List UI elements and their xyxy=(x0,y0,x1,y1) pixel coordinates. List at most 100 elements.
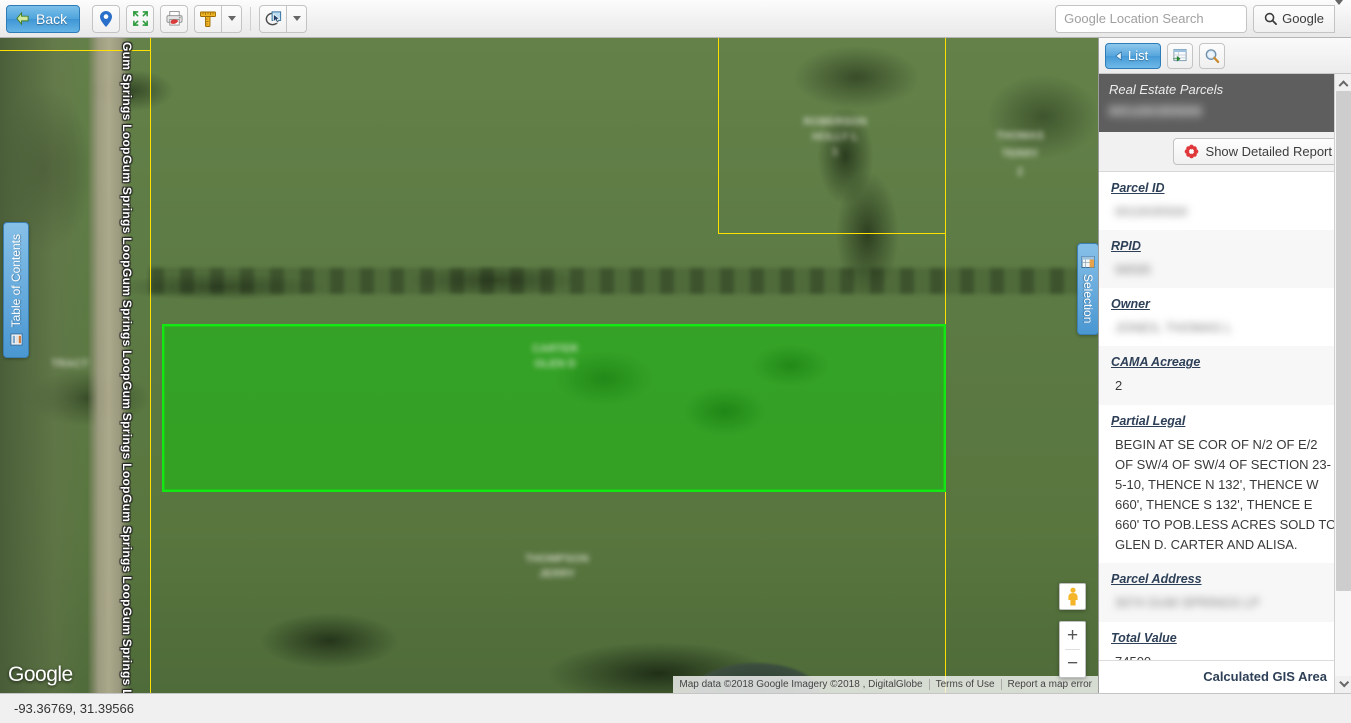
select-button[interactable] xyxy=(259,4,288,33)
field-label-row: Parcel ID xyxy=(1111,179,1338,197)
chevron-down-icon xyxy=(227,16,236,21)
measure-dropdown-arrow[interactable] xyxy=(222,4,243,33)
selected-parcel-polygon[interactable] xyxy=(162,324,946,492)
back-arrow-icon xyxy=(16,11,29,26)
scrollbar-thumb[interactable] xyxy=(1336,91,1351,591)
street-view-pegman-button[interactable] xyxy=(1059,583,1086,610)
back-button-label: Back xyxy=(36,10,68,27)
map-data-attribution: Map data ©2018 Google Imagery ©2018 , Di… xyxy=(679,679,923,690)
road-surface xyxy=(88,38,130,693)
calculated-gis-area-label: Calculated GIS Area xyxy=(1203,669,1327,684)
layers-icon xyxy=(9,333,23,346)
coordinate-readout: -93.36769, 31.39566 xyxy=(14,701,134,716)
expand-icon xyxy=(132,11,148,26)
search-provider-button[interactable]: Google xyxy=(1253,4,1335,33)
field-value: 3074 GUM SPRINGS LP xyxy=(1115,595,1260,611)
gis-application: Back Google Location Search Google ROBER… xyxy=(0,0,1351,723)
parcel-boundary-line xyxy=(945,234,946,324)
zoom-in-button[interactable]: + xyxy=(1060,622,1085,649)
table-of-contents-label: Table of Contents xyxy=(9,234,23,328)
map-attribution: Map data ©2018 Google Imagery ©2018 , Di… xyxy=(673,676,1098,693)
map-canvas[interactable]: ROBERSON HOLLY L 1 THOMAS TERRY 2 CARTER… xyxy=(0,38,1098,693)
scroll-down-button[interactable] xyxy=(1335,676,1351,693)
google-logo: Google xyxy=(8,663,73,686)
field-label: CAMA Acreage xyxy=(1111,355,1201,370)
search-icon xyxy=(1264,12,1278,25)
layer-name: Real Estate Parcels xyxy=(1109,82,1224,97)
chevron-up-icon xyxy=(1338,80,1348,91)
field-value: 99595 xyxy=(1115,262,1152,278)
pegman-icon xyxy=(1067,587,1078,605)
attribute-field: Owner JONES, THOMAS L xyxy=(1099,288,1350,346)
scroll-up-button[interactable] xyxy=(1335,74,1351,91)
field-label: Parcel ID xyxy=(1111,181,1165,195)
field-value: BEGIN AT SE COR OF N/2 OF E/2 OF SW/4 OF… xyxy=(1115,436,1337,553)
attribute-field: Partial Legal BEGIN AT SE COR OF N/2 OF E… xyxy=(1099,405,1350,564)
map-pin-icon xyxy=(100,10,113,27)
field-label-row: Partial Legal xyxy=(1111,412,1338,430)
field-label-row: Owner xyxy=(1111,295,1338,313)
status-bar: -93.36769, 31.39566 xyxy=(0,693,1351,723)
chevron-down-icon xyxy=(292,16,301,21)
selection-tab[interactable]: Selection xyxy=(1077,243,1099,335)
select-dropdown-arrow[interactable] xyxy=(287,4,308,33)
search-provider-dropdown-arrow[interactable] xyxy=(1335,0,1343,33)
list-button[interactable]: List xyxy=(1105,42,1162,69)
attribute-field: Parcel ID 0010035500 xyxy=(1099,172,1350,230)
parcel-boundary-line xyxy=(945,38,946,234)
full-extent-button[interactable] xyxy=(126,4,155,33)
zoom-out-button[interactable]: − xyxy=(1060,650,1085,677)
attribute-field-list: Parcel ID 0010035500 RPID 99595 Owner JONES, … xyxy=(1099,172,1351,660)
field-label-row: CAMA Acreage xyxy=(1111,353,1338,371)
chevron-down-icon xyxy=(1335,0,1343,22)
field-value: 2 xyxy=(1115,378,1123,394)
map-pin-button[interactable] xyxy=(92,4,121,33)
panel-toolbar: List xyxy=(1099,38,1351,74)
terms-of-use-link[interactable]: Terms of Use xyxy=(930,679,1001,690)
search-input[interactable] xyxy=(1055,4,1248,33)
zoom-control: + − xyxy=(1059,621,1086,678)
parcel-boundary-line xyxy=(150,38,151,693)
field-value: JONES, THOMAS L xyxy=(1115,320,1232,336)
export-table-icon xyxy=(1173,48,1187,62)
field-label-row: RPID xyxy=(1111,237,1338,255)
road-shoulder xyxy=(0,38,90,693)
report-button-label: Show Detailed Report xyxy=(1205,144,1332,159)
report-row: Show Detailed Report xyxy=(1099,132,1351,172)
treeline xyxy=(150,268,1098,294)
zoom-search-icon xyxy=(1205,48,1220,63)
show-detailed-report-button[interactable]: Show Detailed Report xyxy=(1172,138,1343,165)
report-flower-icon xyxy=(1184,144,1198,159)
parcel-boundary-line xyxy=(0,50,150,51)
field-label: Parcel Address xyxy=(1111,572,1202,587)
report-map-error-link[interactable]: Report a map error xyxy=(1002,679,1098,690)
selected-parcel-code: 0010035500 xyxy=(1109,103,1203,120)
measure-button[interactable] xyxy=(194,4,223,33)
panel-header: Real Estate Parcels 0010035500 xyxy=(1099,74,1351,132)
search-provider-split: Google xyxy=(1253,0,1343,33)
main-toolbar: Back Google Location Search Google xyxy=(0,0,1351,38)
panel-scrollbar[interactable] xyxy=(1334,74,1351,693)
print-button[interactable] xyxy=(160,4,189,33)
field-label: RPID xyxy=(1111,239,1141,254)
export-table-button[interactable] xyxy=(1167,42,1194,69)
back-triangle-icon xyxy=(1115,50,1122,61)
measure-tool-split xyxy=(194,4,243,33)
select-tool-split xyxy=(259,4,308,33)
attribute-field: Total Value 74500 xyxy=(1099,622,1350,660)
chevron-down-icon xyxy=(1338,677,1349,688)
toolbar-divider xyxy=(250,6,252,31)
field-label: Total Value xyxy=(1111,630,1177,645)
field-label: Owner xyxy=(1111,297,1150,312)
search-provider-label: Google xyxy=(1282,11,1324,26)
field-label-row: Total Value xyxy=(1111,629,1338,647)
parcel-boundary-line xyxy=(718,233,946,234)
attribute-field: RPID 99595 xyxy=(1099,230,1350,289)
measure-ruler-icon xyxy=(200,11,217,27)
back-button[interactable]: Back xyxy=(6,4,81,33)
zoom-to-feature-button[interactable] xyxy=(1199,42,1226,69)
table-of-contents-tab[interactable]: Table of Contents xyxy=(3,222,29,358)
print-icon xyxy=(166,10,183,26)
parcel-boundary-line xyxy=(718,38,719,234)
selection-label: Selection xyxy=(1081,273,1095,324)
